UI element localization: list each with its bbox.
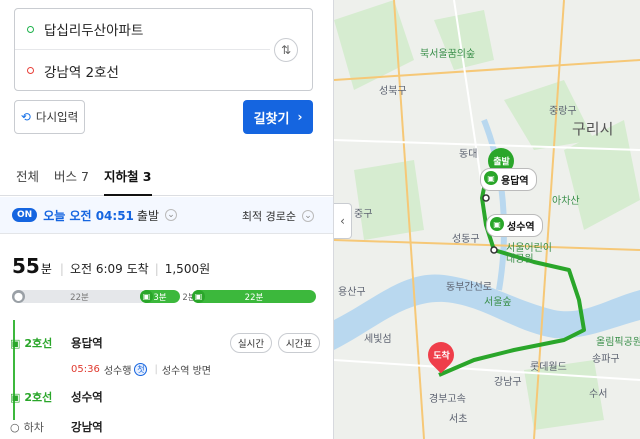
tab-subway[interactable]: 지하철 3 [103,155,152,196]
step-2-station[interactable]: 성수역 [71,389,103,405]
station-chip-yongdap-label: 용답역 [501,176,529,187]
map-label-childrens-park: 서울어린이 대공원 [506,243,552,265]
map-label-dong: 동대 [459,149,478,160]
departure-row: ON 오늘 오전 04:51 출발 ⌄ 최적 경로순 ⌄ [0,197,333,234]
transfer-point [490,246,498,254]
refresh-icon: ⟲ [20,110,31,124]
timetable-button[interactable]: 시간표 [278,333,320,353]
chevron-right-icon: › [297,110,303,124]
map-label-seocho: 서초 [449,414,468,425]
start-marker-label: 출발 [492,157,510,168]
segment-subway-2: 22분 [192,290,316,303]
subway-icon: ▣ [10,390,21,404]
tab-all[interactable]: 전체 [16,155,39,195]
chevron-down-icon[interactable]: ⌄ [165,209,177,221]
step-1-line: ▣ 2호선 [10,335,52,351]
step-2-line-label: 2호선 [24,391,53,404]
segment-subway-2-label: 22분 [244,292,264,303]
segment-subway-1-label: 3분 [153,292,167,303]
arrival-time: 오전 6:09 도착 [69,262,149,276]
step-2-line: ▣ 2호선 [10,389,52,405]
subway-icon: ▣ [192,290,205,303]
direction-text: 성수행 [103,366,132,377]
map-label-gyeongbu: 경부고속 [429,394,466,405]
reset-label: 다시입력 [35,110,79,124]
origin-text: 답십리두산아파트 [44,23,144,39]
reset-button[interactable]: ⟲ 다시입력 [14,100,85,134]
map-label-achasan: 아차산 [552,196,580,207]
end-circle-icon: ○ [10,420,20,434]
chevron-left-icon: ‹ [340,214,345,228]
map-label-jungnang: 중랑구 [549,106,577,117]
subway-icon: ▣ [484,171,498,185]
origin-dot-icon [27,25,34,33]
step-1-station[interactable]: 용답역 [71,335,103,351]
map-label-park: 북서울꿈의숲 [420,49,476,60]
map-label-seoulsup: 서울숲 [484,297,512,308]
swap-route-button[interactable]: ⇅ [274,38,298,62]
map-label-guri: 구리시 [572,120,614,138]
station-chip-seongsu-label: 성수역 [507,222,535,233]
step-1-line-label: 2호선 [24,337,53,350]
duration-unit: 분 [40,262,52,276]
step-1-arrival: 05:36 성수행 첫 | 성수역 방면 [71,362,211,377]
departure-time[interactable]: 오늘 오전 04:51 [43,207,134,224]
sort-label: 최적 경로순 [241,210,296,223]
segment-walk-1-label: 22분 [70,292,89,303]
find-route-button[interactable]: 길찾기 › [243,100,313,134]
map-view[interactable]: ‹ 북서울꿈의숲 성북구 중랑구 구리시 동대 아차산 중구 성동구 서울어린이… [334,0,640,439]
route-summary[interactable]: 55 분 | 오전 6:09 도착 | 1,500원 [12,254,216,278]
map-label-dongbu: 동부간선로 [446,282,492,293]
destination-text: 강남역 2호선 [44,64,119,81]
map-label-songpa: 송파구 [592,354,620,365]
tab-bus[interactable]: 버스 7 [54,155,89,195]
destination-dot-icon [27,67,34,74]
step-3-station[interactable]: 강남역 [71,419,103,435]
end-marker-label: 도착 [432,351,450,362]
fare: 1,500원 [164,262,211,276]
segment-walk-1: 22분 [12,290,147,303]
map-label-sebitseom: 세빛섬 [364,334,392,345]
map-label-suseo: 수서 [589,389,608,400]
subway-icon: ▣ [10,336,21,350]
origin-field[interactable]: 답십리두산아파트 [15,9,270,50]
collapse-panel-button[interactable]: ‹ [334,203,352,239]
map-label-seongbuk: 성북구 [379,86,407,97]
swap-arrows-icon: ⇅ [280,43,292,57]
station-chip-yongdap[interactable]: ▣ 용답역 [480,168,537,191]
destination-field[interactable]: 강남역 2호선 [15,50,270,91]
walk-icon: ⬤ [12,290,25,303]
duration-number: 55 [12,254,40,278]
subway-icon: ▣ [140,290,153,303]
map-label-jung: 중구 [354,209,373,220]
arrival-time-text: 05:36 [71,364,100,375]
first-train-badge: 첫 [134,363,148,376]
park-area [354,160,424,240]
divider: | [154,364,158,375]
transfer-point [482,194,490,202]
sort-dropdown[interactable]: 최적 경로순 ⌄ [242,208,314,224]
step-3-line-label: 하차 [23,421,44,434]
realtime-button[interactable]: 실시간 [230,333,272,353]
transport-tabs: 전체 버스 7 지하철 3 [0,155,333,196]
map-label-gangnam: 강남구 [494,377,522,388]
on-badge[interactable]: ON [12,208,38,222]
route-time-bar: 22분 ⬤ 3분 ▣ 2분 22분 ▣ [12,290,316,303]
departure-suffix: 출발 [136,208,159,223]
directions-panel: 답십리두산아파트 강남역 2호선 ⇅ ⟲ 다시입력 길찾기 › 전체 버스 7 … [0,0,334,439]
divider: | [59,262,64,276]
subway-icon: ▣ [490,217,504,231]
map-label-lotte: 롯데월드 [530,362,567,373]
map-label-yongsan: 용산구 [338,287,366,298]
divider: | [154,262,159,276]
sort-chevron-down-icon: ⌄ [302,210,314,222]
find-route-label: 길찾기 [253,111,290,127]
step-3-line: ○ 하차 [10,419,44,435]
map-label-seongdong: 성동구 [452,234,480,245]
route-input-box: 답십리두산아파트 강남역 2호선 ⇅ [14,8,313,91]
direction-note: 성수역 방면 [161,366,211,377]
station-chip-seongsu[interactable]: ▣ 성수역 [486,214,543,237]
map-label-olympic: 올림픽공원 [596,337,640,348]
